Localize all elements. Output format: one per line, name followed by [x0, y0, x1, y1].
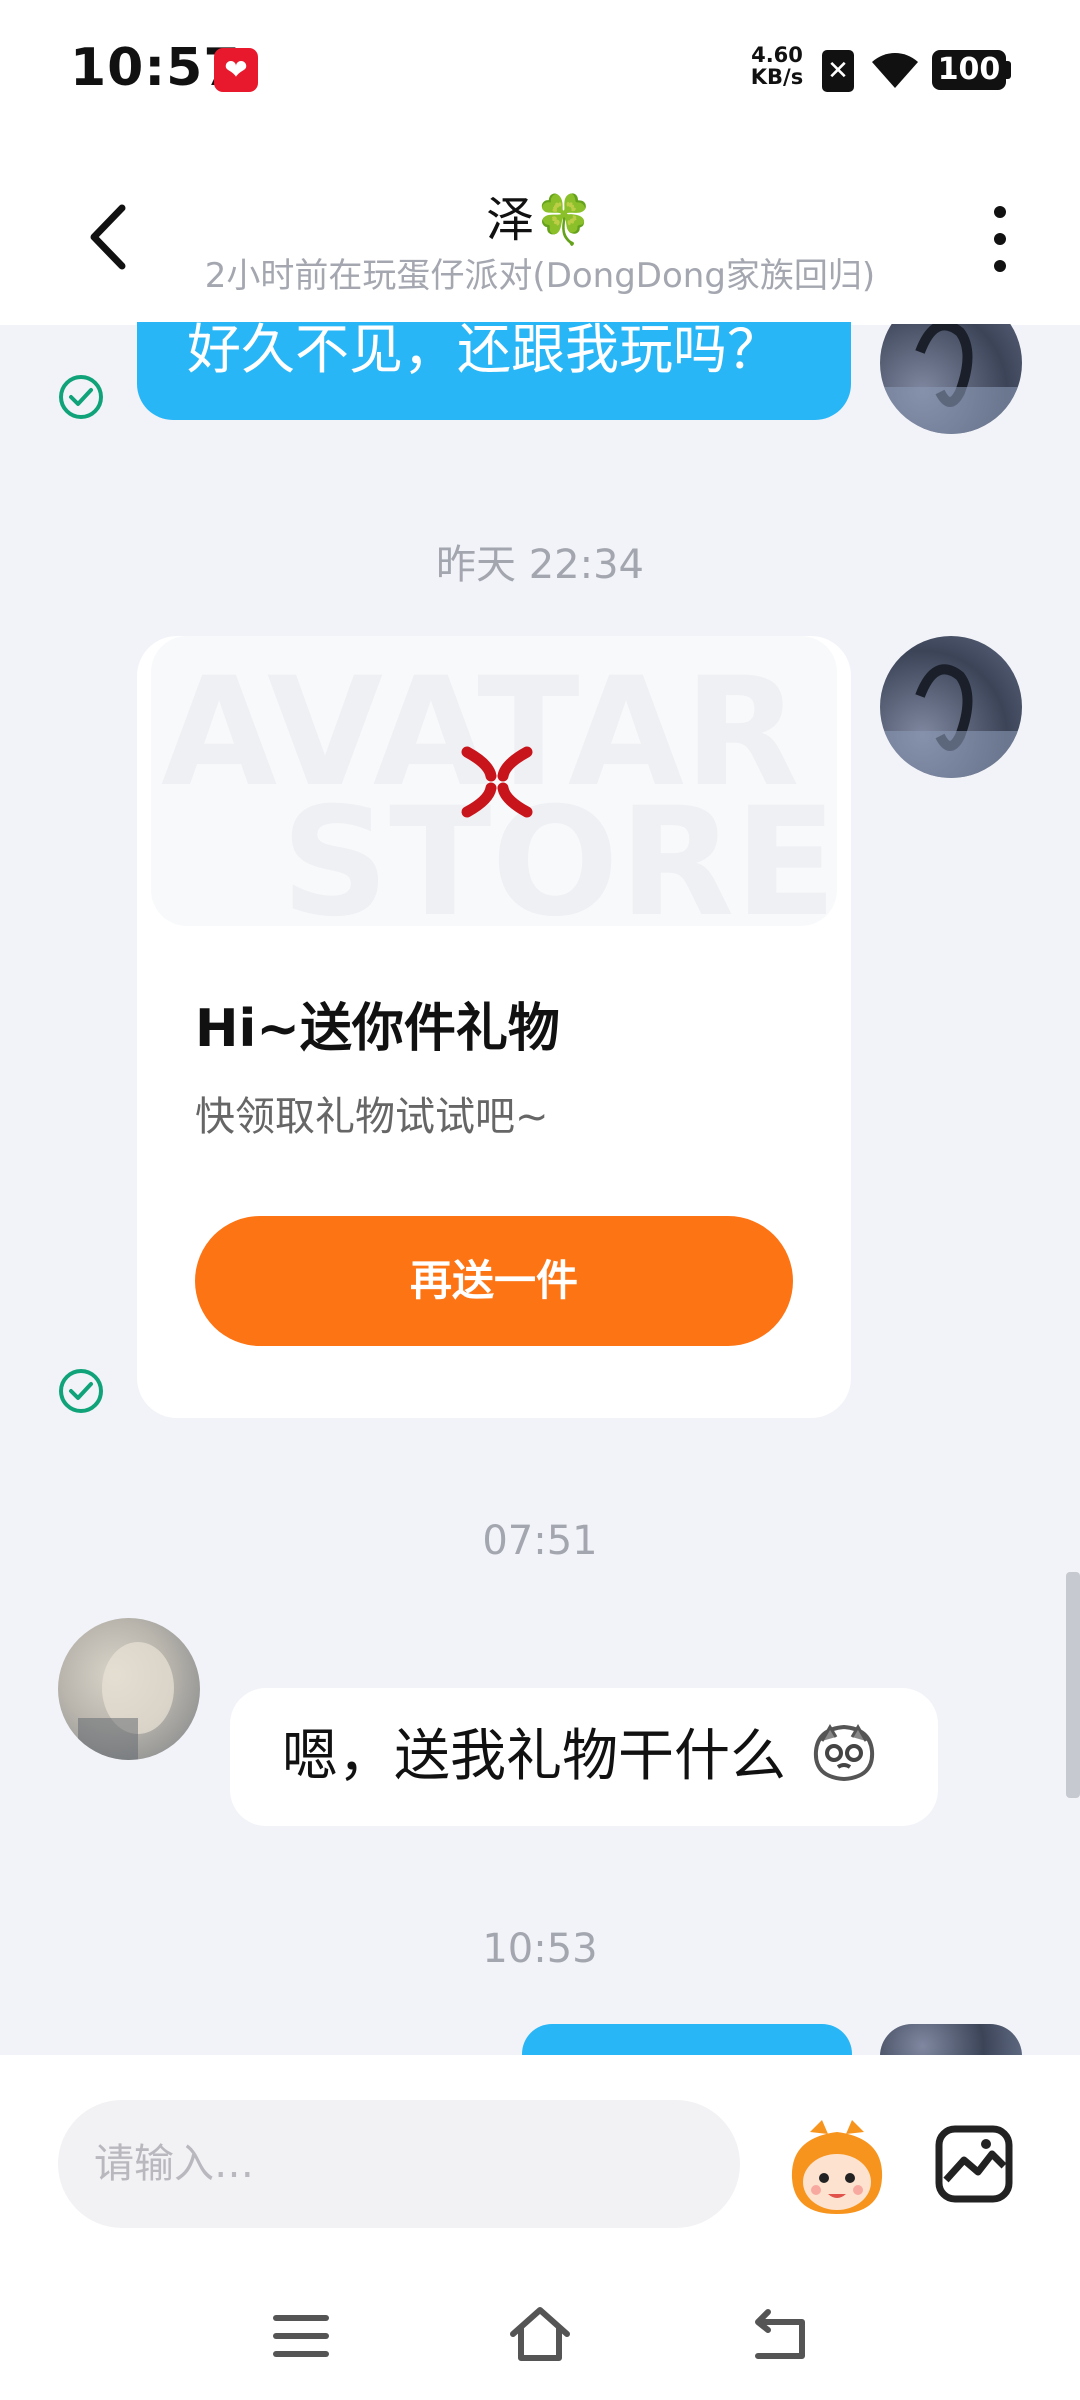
wifi-icon	[872, 53, 918, 88]
gift-card[interactable]: AVATAR STORE Hi~送你件礼物 快领取礼物试试吧~ 再送一件	[137, 636, 851, 1418]
no-sim-icon: ✕	[822, 50, 854, 92]
contact-avatar[interactable]	[58, 1618, 200, 1760]
read-check-icon	[59, 375, 103, 419]
self-message-bubble[interactable]: 好久不见，还跟我玩吗？	[137, 322, 851, 420]
my-avatar[interactable]	[880, 2024, 1022, 2056]
timestamp: 昨天 22:34	[436, 542, 644, 588]
battery-level: 100	[932, 50, 1006, 90]
anger-emoji-icon	[461, 746, 533, 818]
message-text: 嗯，送我礼物干什么	[282, 1724, 786, 1789]
read-check-icon	[59, 1369, 103, 1413]
send-another-gift-button[interactable]: 再送一件	[195, 1216, 793, 1346]
message-input[interactable]	[58, 2100, 740, 2228]
peer-message-bubble[interactable]: 嗯，送我礼物干什么	[230, 1688, 938, 1826]
sticker-button-icon[interactable]	[782, 2118, 892, 2218]
more-options-icon[interactable]	[980, 206, 1020, 272]
home-nav-icon[interactable]	[505, 2300, 575, 2370]
network-speed-unit: KB/s	[750, 65, 804, 89]
battery-cap	[1006, 61, 1011, 79]
contact-name: 泽🍀	[486, 192, 594, 248]
back-nav-icon[interactable]	[744, 2300, 814, 2370]
image-picker-icon[interactable]	[934, 2124, 1014, 2204]
message-text: 好久不见，还跟我玩吗？	[187, 322, 781, 381]
crying-sticker-icon	[813, 1724, 874, 1782]
scrollbar[interactable]	[1066, 1572, 1080, 1798]
network-speed-value: 4.60	[751, 43, 803, 67]
gift-title: Hi~送你件礼物	[195, 999, 560, 1059]
my-avatar[interactable]	[880, 636, 1022, 778]
network-speed: 4.60 KB/s	[745, 44, 809, 88]
menu-nav-icon[interactable]	[266, 2300, 336, 2370]
contact-status: 2小时前在玩蛋仔派对(DongDong家族回归)	[204, 256, 876, 296]
app-notification-icon: ❤	[214, 48, 258, 92]
gift-banner: AVATAR STORE	[151, 636, 837, 926]
timestamp: 10:53	[482, 1926, 598, 1972]
gift-description: 快领取礼物试试吧~	[195, 1094, 549, 1140]
banner-watermark-store: STORE	[281, 776, 837, 926]
timestamp: 07:51	[482, 1518, 598, 1564]
